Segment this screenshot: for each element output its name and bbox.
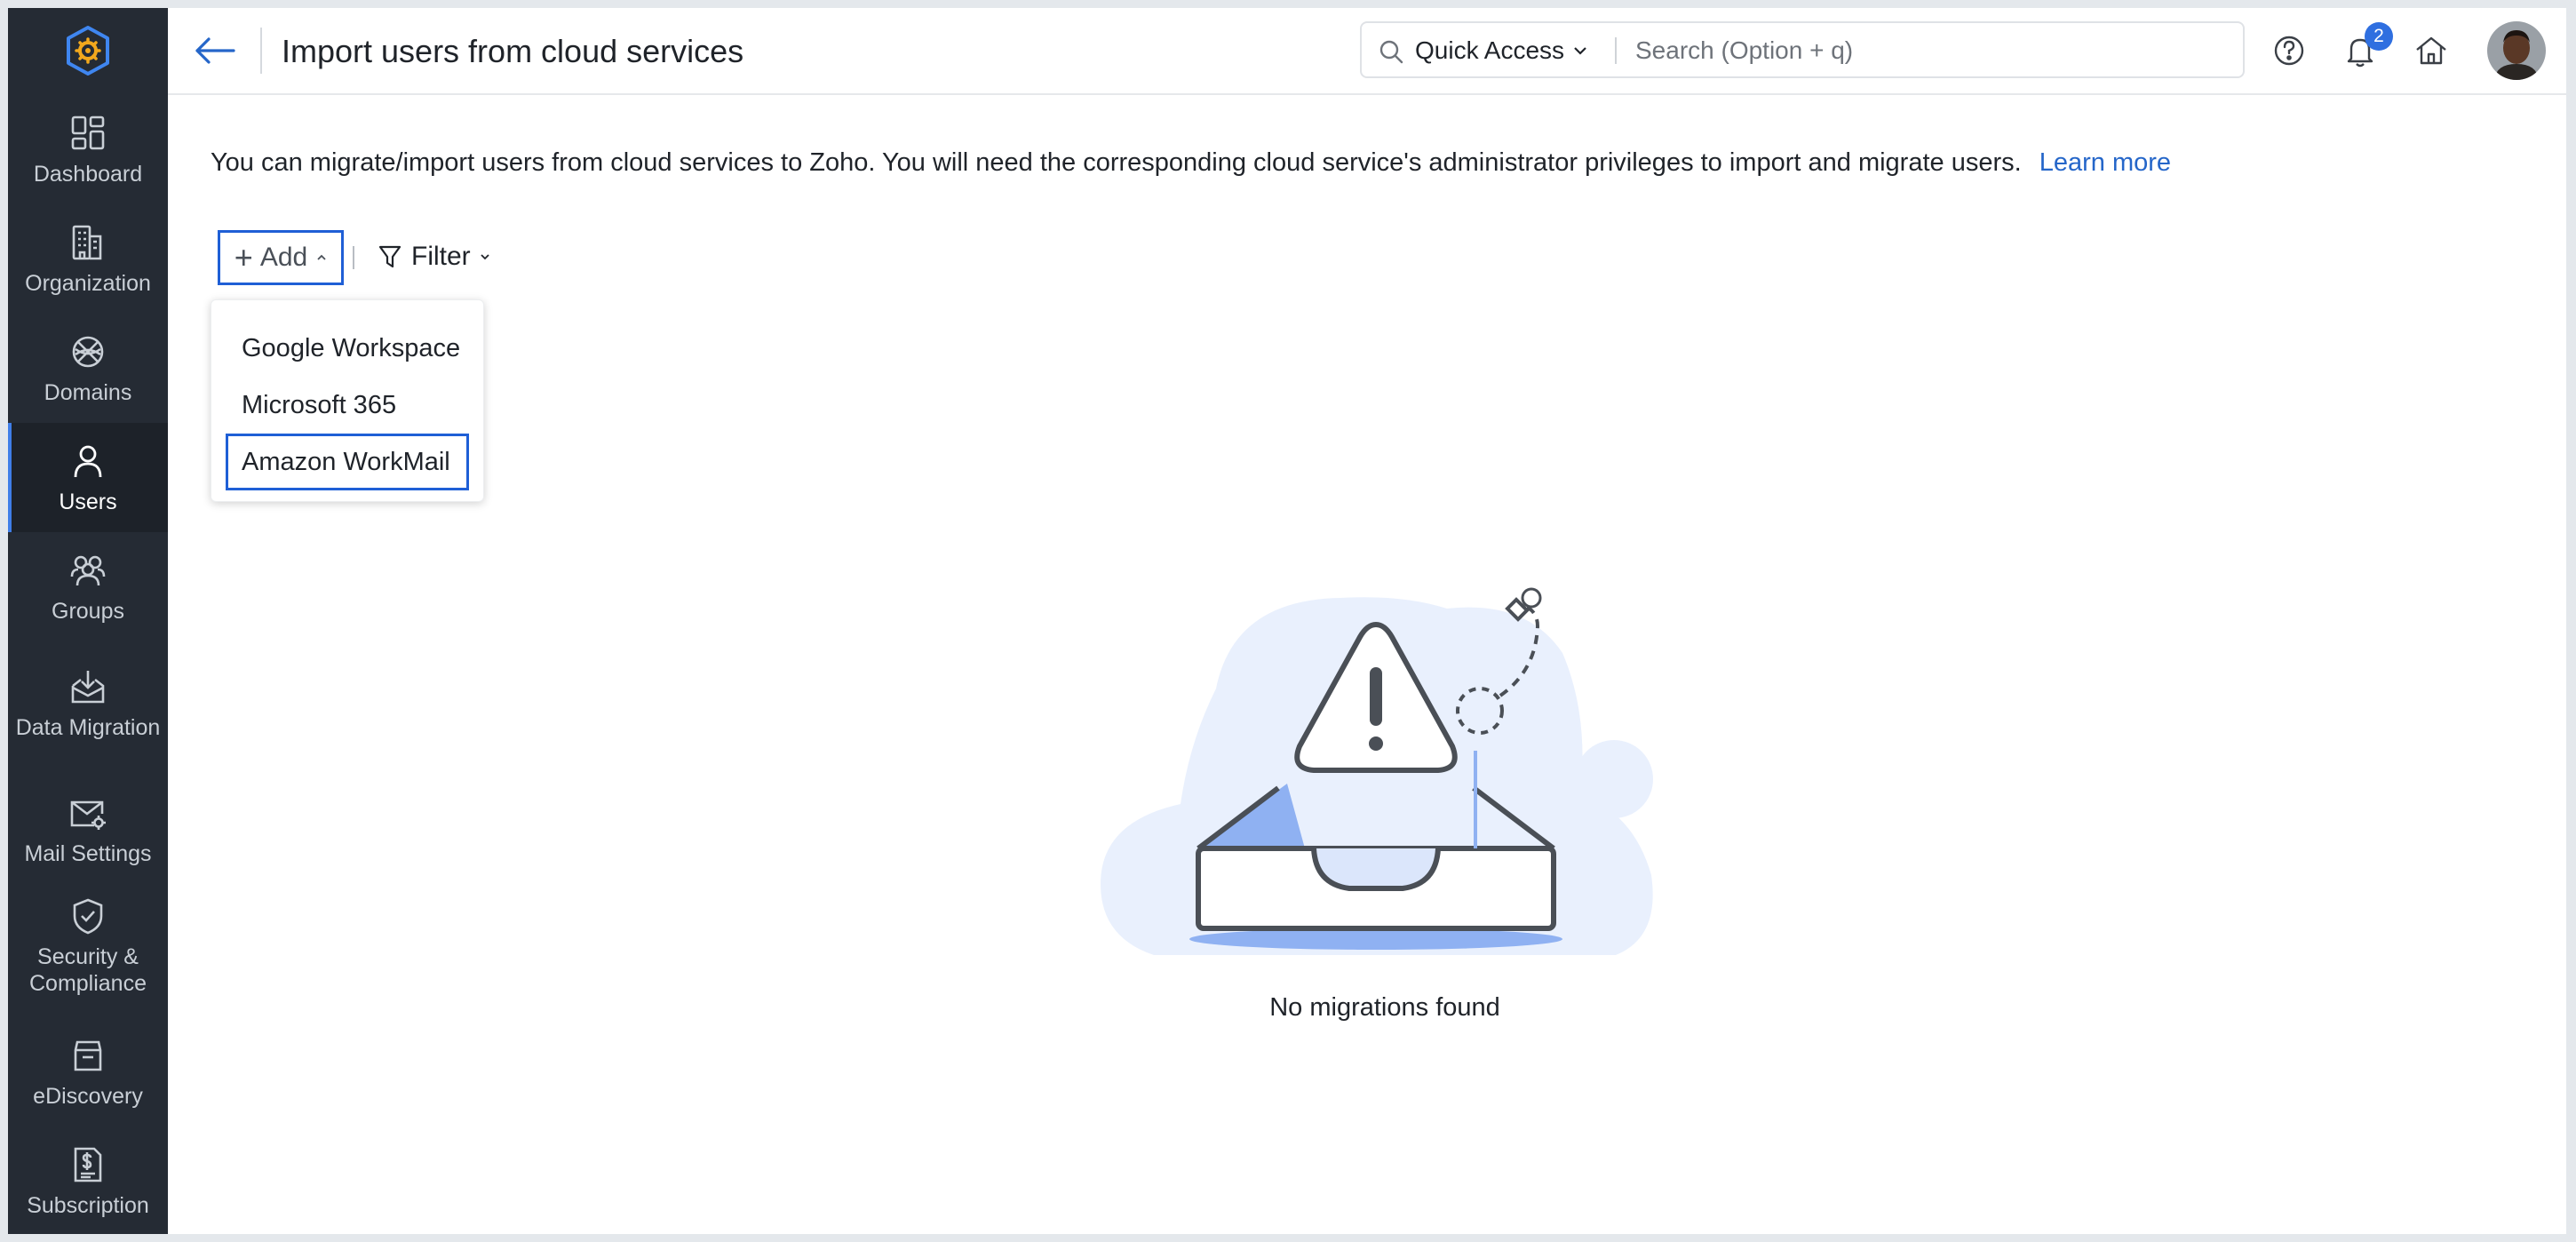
filter-icon [378,245,402,268]
chevron-up-icon [317,254,326,260]
main-content: You can migrate/import users from cloud … [168,95,2566,1234]
user-avatar[interactable] [2487,21,2546,80]
menu-item-microsoft-365[interactable]: Microsoft 365 [226,377,469,434]
quick-access-dropdown[interactable]: Quick Access [1415,36,1587,66]
sidebar-item-label: Data Migration [15,715,161,740]
sidebar-item-label: Groups [52,598,124,624]
sidebar-item-label: Dashboard [33,161,143,187]
user-icon [74,445,102,477]
menu-item-google-workspace[interactable]: Google Workspace [226,320,469,377]
search-input[interactable] [1634,30,2223,71]
chevron-down-icon [1574,47,1586,55]
learn-more-link[interactable]: Learn more [2039,148,2171,177]
groups-icon [70,555,106,585]
sidebar: Dashboard Organization Domains Users Gro… [8,8,168,1234]
sidebar-item-label: Organization [25,270,151,296]
shield-check-icon [73,898,103,935]
add-dropdown-menu: Google Workspace Microsoft 365 Amazon Wo… [211,299,484,502]
filter-button[interactable]: Filter [378,239,490,275]
description-text: You can migrate/import users from cloud … [211,148,2022,177]
sidebar-item-mail-settings[interactable]: Mail Settings [8,775,168,884]
sidebar-item-security-compliance[interactable]: Security & Compliance [8,884,168,1008]
notification-count-badge: 2 [2365,22,2393,51]
archive-icon [74,1040,102,1071]
sidebar-item-subscription[interactable]: Subscription [8,1127,168,1234]
page-header: Import users from cloud services Quick A… [168,8,2566,95]
sidebar-item-label: eDiscovery [33,1083,143,1109]
sidebar-item-ediscovery[interactable]: eDiscovery [8,1017,168,1127]
empty-state-message: No migrations found [1269,993,1500,1022]
search-bar[interactable]: Quick Access [1360,21,2245,78]
sidebar-item-dashboard[interactable]: Dashboard [8,95,168,204]
dollar-document-icon [74,1147,102,1182]
toolbar-separator [353,246,354,269]
sidebar-item-label: Mail Settings [24,840,152,866]
app-logo[interactable] [8,8,168,92]
search-icon [1379,40,1403,64]
help-icon[interactable] [2270,31,2309,70]
app-window: Dashboard Organization Domains Users Gro… [8,8,2566,1234]
sidebar-item-label: Security & Compliance [28,944,147,996]
sidebar-item-domains[interactable]: Domains [8,314,168,423]
chevron-down-icon [481,254,489,260]
filter-label: Filter [411,242,471,271]
sidebar-item-label: Users [59,489,117,514]
dashboard-icon [71,115,105,149]
sidebar-item-label: Subscription [27,1192,149,1218]
add-label: Add [259,243,308,272]
home-icon[interactable] [2412,31,2451,70]
menu-item-amazon-workmail[interactable]: Amazon WorkMail [226,434,469,490]
empty-state-illustration [1101,587,1653,955]
plus-icon: + [234,239,253,275]
page-description: You can migrate/import users from cloud … [211,147,2171,179]
sidebar-item-data-migration[interactable]: Data Migration [8,641,168,766]
sidebar-item-label: Domains [44,379,132,405]
search-separator [1615,37,1617,64]
mail-gear-icon [70,800,106,830]
sidebar-item-organization[interactable]: Organization [8,204,168,314]
header-divider [260,28,262,74]
sidebar-item-groups[interactable]: Groups [8,532,168,641]
building-icon [72,225,102,259]
page-title: Import users from cloud services [282,33,744,69]
admin-console-logo-icon [67,25,109,76]
back-arrow-icon[interactable] [193,33,237,68]
profile-photo-icon [2487,21,2546,80]
inbox-download-icon [71,671,105,704]
quick-access-label: Quick Access [1415,36,1565,64]
globe-icon [72,336,104,367]
add-button[interactable]: + Add [218,230,344,285]
sidebar-item-users[interactable]: Users [8,423,168,532]
